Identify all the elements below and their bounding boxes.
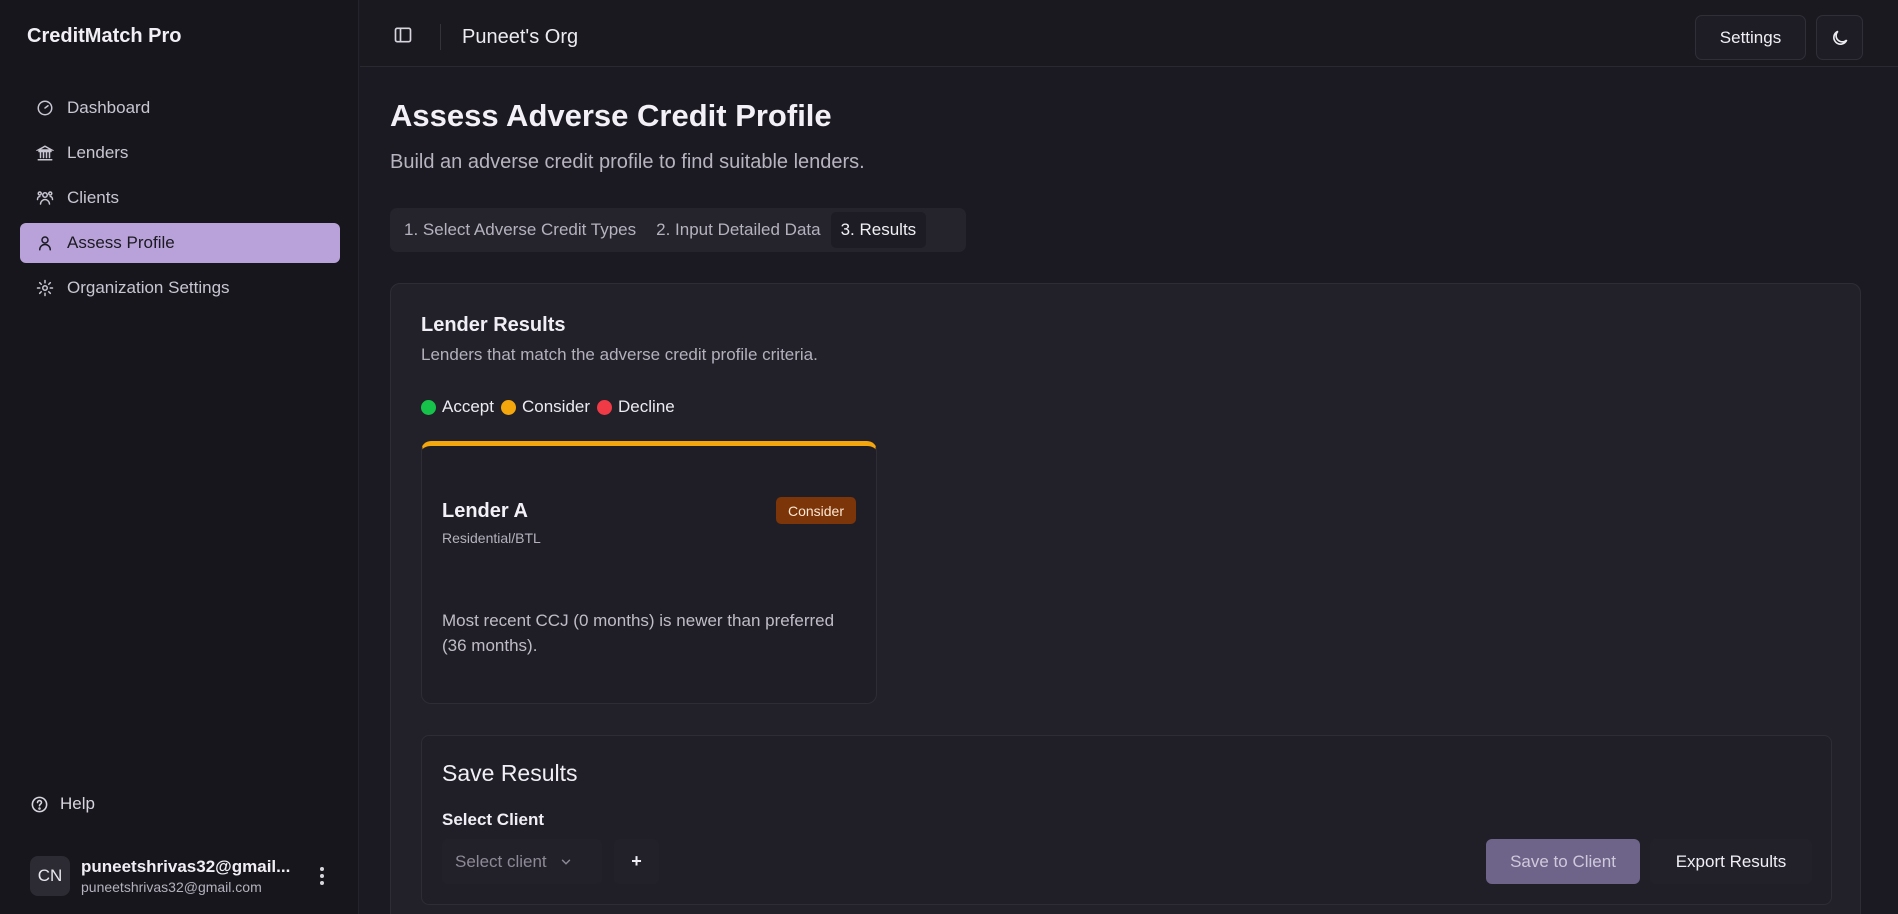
lender-reason: Most recent CCJ (0 months) is newer than… [442,611,835,655]
legend-decline: Decline [597,397,675,417]
user-name: puneetshrivas32@gmail... [81,857,291,876]
lender-name: Lender A [442,500,528,522]
lender-card[interactable]: Lender A Residential/BTL Consider Most r… [421,441,877,704]
avatar: CN [30,856,70,896]
tab-input-detailed-data[interactable]: 2. Input Detailed Data [646,212,830,248]
moon-icon [1832,30,1847,45]
decline-dot-icon [597,399,613,415]
export-results-button[interactable]: Export Results [1650,839,1812,884]
user-email: puneetshrivas32@gmail.com [81,879,262,895]
sidebar-toggle-button[interactable] [390,22,416,48]
status-legend: Accept Consider Decline [421,397,682,417]
page-title: Assess Adverse Credit Profile [390,98,832,133]
tab-select-adverse-credit-types[interactable]: 1. Select Adverse Credit Types [394,212,646,248]
sidebar-item-label: Dashboard [67,98,151,117]
results-subtitle: Lenders that match the adverse credit pr… [421,345,818,364]
select-client-label: Select Client [442,810,545,829]
help-circle-icon [31,796,48,812]
legend-label: Consider [521,397,591,416]
page-subtitle: Build an adverse credit profile to find … [390,151,865,173]
sidebar-item-label: Organization Settings [67,278,230,297]
topbar: Puneet's Org Settings [360,0,1898,67]
user-info: puneetshrivas32@gmail... puneetshrivas32… [81,857,296,895]
brand-name: CreditMatch Pro [27,25,182,47]
legend-accept: Accept [421,397,494,417]
topbar-divider [440,24,441,50]
add-client-button[interactable]: + [614,839,659,884]
select-client-placeholder: Select client [455,851,547,871]
help-label: Help [60,794,95,813]
lender-type: Residential/BTL [442,530,541,546]
bank-icon [36,145,54,161]
save-to-client-button[interactable]: Save to Client [1486,839,1640,884]
lender-results-card: Lender Results Lenders that match the ad… [390,283,1861,914]
sidebar-item-label: Lenders [67,143,129,162]
legend-label: Accept [442,397,494,416]
sidebar-item-lenders[interactable]: Lenders [20,133,340,173]
sidebar-item-dashboard[interactable]: Dashboard [20,88,340,128]
users-icon [36,191,54,205]
theme-toggle-button[interactable] [1816,15,1863,60]
consider-dot-icon [500,399,516,415]
sidebar: CreditMatch Pro Dashboard Lenders Client… [0,0,359,914]
legend-label: Decline [618,397,675,416]
step-tabs: 1. Select Adverse Credit Types 2. Input … [390,208,966,252]
tab-results[interactable]: 3. Results [830,212,927,248]
save-results-title: Save Results [442,760,578,786]
accept-dot-icon [421,399,436,415]
user-profile[interactable]: CN puneetshrivas32@gmail... puneetshriva… [30,854,340,898]
org-name: Puneet's Org [462,26,579,48]
sidebar-toggle-icon [394,27,412,43]
status-badge: Consider [775,497,856,524]
dashboard-icon [37,100,53,116]
sidebar-item-label: Assess Profile [67,233,175,252]
user-icon [39,236,51,251]
sidebar-nav: Dashboard Lenders Clients Assess Profile… [20,88,340,313]
save-results-panel: Save Results Select Client Select client… [421,735,1832,905]
select-client-dropdown[interactable]: Select client [442,839,602,884]
sidebar-item-assess-profile[interactable]: Assess Profile [20,223,340,263]
legend-consider: Consider [500,397,591,417]
help-link[interactable]: Help [30,794,95,814]
sidebar-item-clients[interactable]: Clients [20,178,340,218]
gear-icon [36,279,54,297]
results-title: Lender Results [421,314,566,336]
settings-button[interactable]: Settings [1695,15,1806,60]
chevron-down-icon [561,859,570,865]
more-vertical-icon[interactable] [312,864,332,888]
sidebar-item-label: Clients [67,188,119,207]
sidebar-item-organization-settings[interactable]: Organization Settings [20,268,340,308]
